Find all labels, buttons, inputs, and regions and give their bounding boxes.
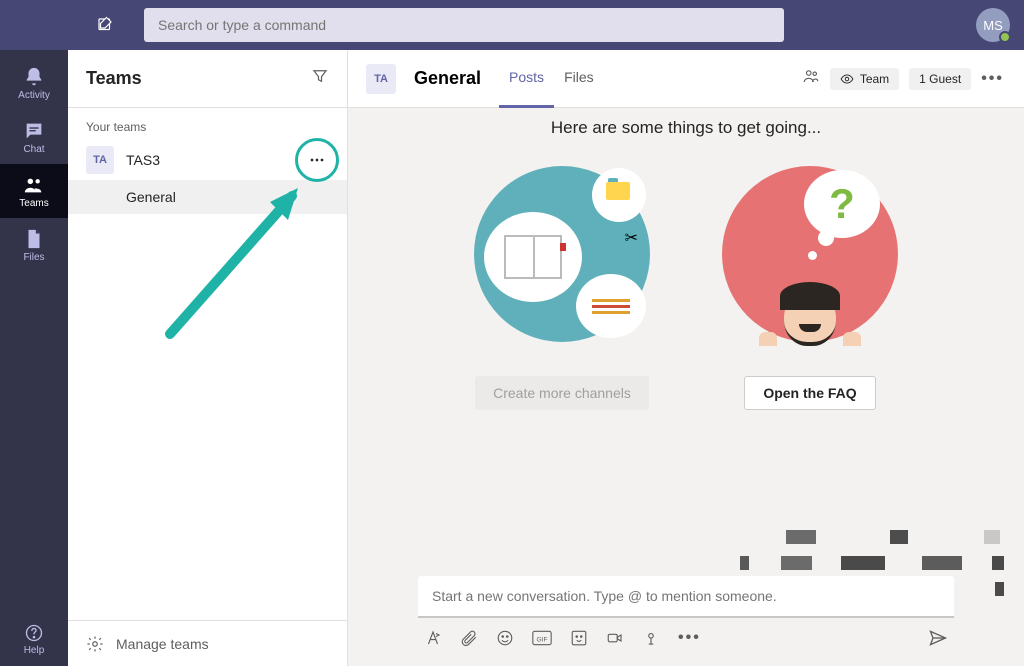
eye-icon xyxy=(840,72,854,86)
channel-team-avatar: TA xyxy=(366,64,396,94)
user-avatar[interactable]: MS xyxy=(976,8,1010,42)
guests-pill[interactable]: 1 Guest xyxy=(909,68,971,90)
faq-illustration: ? xyxy=(722,166,898,342)
bell-icon xyxy=(23,66,45,88)
people-icon xyxy=(802,67,820,85)
emoji-button[interactable] xyxy=(496,629,514,647)
main-panel: TA General Posts Files Team 1 Guest ••• … xyxy=(348,50,1024,666)
attach-button[interactable] xyxy=(460,629,478,647)
svg-text:GIF: GIF xyxy=(536,636,547,643)
rail-teams[interactable]: Teams xyxy=(0,164,68,218)
meet-button[interactable] xyxy=(606,629,624,647)
card-open-faq: ? Open the FAQ xyxy=(710,166,910,410)
emoji-icon xyxy=(496,629,514,647)
more-icon xyxy=(307,150,327,170)
welcome-heading: Here are some things to get going... xyxy=(368,118,1004,138)
rail-help[interactable]: Help xyxy=(0,612,68,666)
video-icon xyxy=(606,629,624,647)
help-icon xyxy=(24,623,44,643)
stream-icon xyxy=(642,629,660,647)
teams-sidebar: Teams Your teams TA TAS3 General Manage … xyxy=(68,50,348,666)
stream-button[interactable] xyxy=(642,629,660,647)
team-row[interactable]: TA TAS3 xyxy=(68,140,347,180)
open-faq-button[interactable]: Open the FAQ xyxy=(744,376,875,410)
tab-files[interactable]: Files xyxy=(554,50,604,108)
channel-header: TA General Posts Files Team 1 Guest ••• xyxy=(348,50,1024,108)
format-icon xyxy=(424,629,442,647)
avatar-initials: MS xyxy=(983,18,1003,33)
question-icon: ? xyxy=(829,180,855,228)
card-create-channels: ✂ Create more channels xyxy=(462,166,662,410)
files-icon xyxy=(23,228,45,250)
sidebar-header: Teams xyxy=(68,50,347,108)
rail-label: Activity xyxy=(18,90,50,101)
sticker-button[interactable] xyxy=(570,629,588,647)
compose-input[interactable] xyxy=(432,588,940,604)
gear-icon xyxy=(86,635,104,653)
compose-box[interactable] xyxy=(418,576,954,618)
rail-label: Help xyxy=(24,645,45,656)
tab-posts[interactable]: Posts xyxy=(499,50,554,108)
compose-more-button[interactable]: ••• xyxy=(678,629,701,647)
channel-tabs: Posts Files xyxy=(499,50,604,108)
send-button[interactable] xyxy=(928,628,948,648)
channel-more-button[interactable]: ••• xyxy=(981,70,1004,88)
sticker-icon xyxy=(570,629,588,647)
search-bar[interactable] xyxy=(144,8,784,42)
rail-label: Files xyxy=(23,252,44,263)
gif-button[interactable]: GIF xyxy=(532,630,552,646)
guests-label: 1 Guest xyxy=(919,72,961,86)
teams-icon xyxy=(23,174,45,196)
rail-chat[interactable]: Chat xyxy=(0,110,68,164)
filter-button[interactable] xyxy=(311,67,329,90)
compose-toolbar: GIF ••• xyxy=(418,618,954,648)
filter-icon xyxy=(311,67,329,85)
team-more-button[interactable] xyxy=(295,138,339,182)
manage-teams-label: Manage teams xyxy=(116,636,209,652)
privacy-pill[interactable]: Team xyxy=(830,68,899,90)
sidebar-title: Teams xyxy=(86,68,142,89)
create-channels-button[interactable]: Create more channels xyxy=(475,376,649,410)
rail-label: Teams xyxy=(19,198,48,209)
channel-general[interactable]: General xyxy=(68,180,347,214)
manage-teams-button[interactable]: Manage teams xyxy=(68,620,347,666)
top-bar: MS xyxy=(0,0,1024,50)
compose-button[interactable] xyxy=(88,8,122,42)
attach-icon xyxy=(460,629,478,647)
team-avatar: TA xyxy=(86,146,114,174)
rail-files[interactable]: Files xyxy=(0,218,68,272)
presence-indicator xyxy=(999,31,1011,43)
compose-icon xyxy=(96,16,114,34)
compose-area: GIF ••• xyxy=(418,576,954,648)
channel-title: General xyxy=(414,68,481,89)
rail-activity[interactable]: Activity xyxy=(0,56,68,110)
section-your-teams: Your teams xyxy=(68,108,347,140)
channels-illustration: ✂ xyxy=(474,166,650,342)
scissors-icon: ✂ xyxy=(625,228,638,248)
format-button[interactable] xyxy=(424,629,442,647)
chat-icon xyxy=(23,120,45,142)
app-rail: Activity Chat Teams Files Help xyxy=(0,50,68,666)
send-icon xyxy=(928,628,948,648)
welcome-cards: ✂ Create more channels ? Open the FAQ xyxy=(368,166,1004,410)
privacy-label: Team xyxy=(860,72,889,86)
rail-label: Chat xyxy=(23,144,44,155)
gif-icon: GIF xyxy=(532,630,552,646)
team-name: TAS3 xyxy=(126,152,160,168)
search-input[interactable] xyxy=(158,17,770,33)
org-chart-button[interactable] xyxy=(802,67,820,90)
